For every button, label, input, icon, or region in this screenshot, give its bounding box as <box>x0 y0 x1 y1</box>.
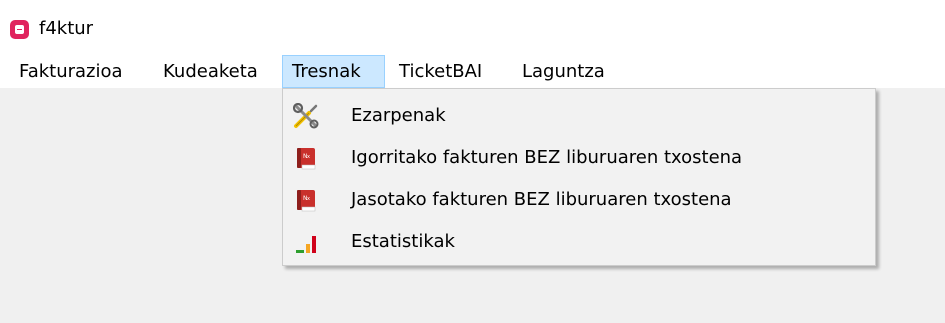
menu-item-label: Igorritako fakturen BEZ liburuaren txost… <box>351 147 743 168</box>
title-bar: f4ktur <box>0 0 945 55</box>
svg-text:x: x <box>307 196 310 202</box>
menu-item-igorritako-bez-txostena[interactable]: N x Igorritako fakturen BEZ liburuaren t… <box>285 137 873 179</box>
menu-item-jasotako-bez-txostena[interactable]: N x Jasotako fakturen BEZ liburuaren txo… <box>285 179 873 221</box>
app-logo-icon <box>10 20 29 39</box>
tools-icon <box>292 102 319 129</box>
menu-item-label: Estatistikak <box>351 231 455 252</box>
menu-laguntza[interactable]: Laguntza <box>513 55 614 88</box>
report-book-icon: N x <box>293 145 319 171</box>
menu-ticketbai[interactable]: TicketBAI <box>390 55 491 88</box>
menu-item-label: Ezarpenak <box>351 105 446 126</box>
tresnak-dropdown-menu: Ezarpenak N x Igorritako fakturen BEZ li… <box>282 88 876 266</box>
menu-bar: Fakturazioa Kudeaketa Tresnak TicketBAI … <box>0 55 945 88</box>
menu-fakturazioa[interactable]: Fakturazioa <box>10 55 132 88</box>
app-title: f4ktur <box>39 18 94 39</box>
menu-item-label: Jasotako fakturen BEZ liburuaren txosten… <box>351 189 732 210</box>
menu-item-estatistikak[interactable]: Estatistikak <box>285 221 873 263</box>
svg-text:x: x <box>307 154 310 160</box>
menu-tresnak[interactable]: Tresnak <box>282 55 385 88</box>
report-book-icon: N x <box>293 187 319 213</box>
menu-item-ezarpenak[interactable]: Ezarpenak <box>285 95 873 137</box>
menu-kudeaketa[interactable]: Kudeaketa <box>154 55 267 88</box>
statistics-icon <box>293 229 319 255</box>
